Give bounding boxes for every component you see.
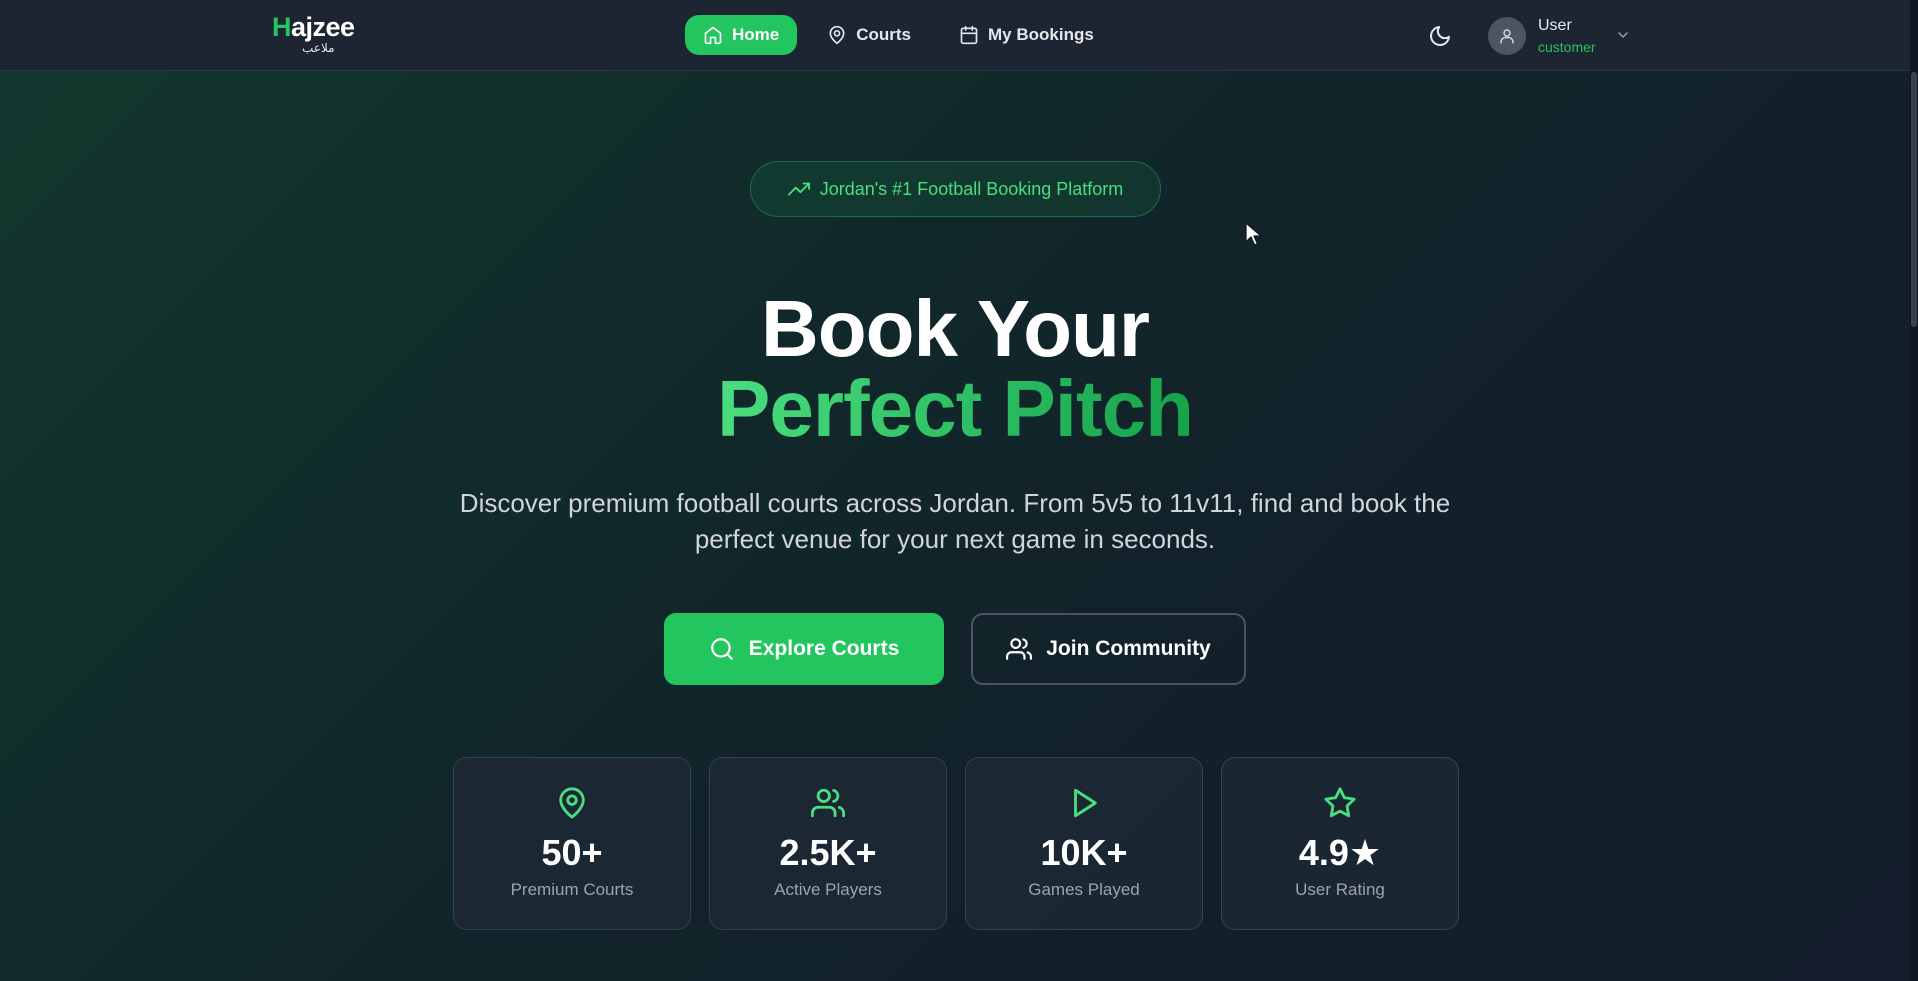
nav-item-home[interactable]: Home [685,15,798,55]
nav-item-courts-label: Courts [856,25,912,44]
explore-courts-button[interactable]: Explore Courts [664,613,944,685]
user-name: User [1538,17,1572,34]
home-icon [704,26,722,45]
nav-item-my-bookings-label: My Bookings [988,25,1094,44]
stat-label: Games Played [1028,880,1140,899]
trending-up-icon [787,182,810,196]
hero-badge-text: Jordan's #1 Football Booking Platform [819,178,1124,199]
hero-title-highlight: Perfect Pitch [716,364,1194,453]
chevron-down-icon [1618,32,1628,38]
join-community-label: Join Community [1046,637,1211,660]
stat-card-courts: 50+ Premium Courts [453,757,691,930]
stat-value: 4.9★ [1298,832,1382,873]
stat-card-players: 2.5K+ Active Players [709,757,947,930]
logo-h: H [272,12,292,42]
stat-label: Premium Courts [510,880,634,899]
star-icon [1324,787,1356,818]
logo-subtitle: ملاعب [302,41,335,55]
stat-label: Active Players [774,880,882,899]
scrollbar-thumb[interactable] [1911,72,1917,327]
nav-item-home-label: Home [732,25,780,44]
navbar: Hajzee ملاعب Home Courts My Bookings Use… [0,0,1918,71]
nav-item-courts[interactable]: Courts [809,15,929,55]
map-pin-icon [559,787,585,819]
hero-title-line2: Perfect Pitch [0,363,1910,455]
stat-label: User Rating [1295,880,1385,899]
play-icon [1074,788,1097,818]
page: Hajzee ملاعب Home Courts My Bookings Use… [0,0,1918,981]
users-icon [811,788,845,818]
stat-card-games: 10K+ Games Played [965,757,1203,930]
logo-text: ajzee [291,12,355,42]
user-role: customer [1538,39,1596,55]
search-icon [710,638,733,660]
stat-card-rating: 4.9★ User Rating [1221,757,1459,930]
avatar [1488,17,1526,55]
calendar-icon [960,25,978,45]
explore-courts-label: Explore Courts [748,637,900,660]
user-icon [1500,29,1514,44]
users-icon [1006,638,1033,660]
theme-toggle-button[interactable] [1428,24,1452,48]
user-menu[interactable]: User customer [1488,15,1633,57]
map-pin-icon [829,25,845,45]
stat-value: 50+ [541,832,603,873]
moon-icon [1430,26,1450,46]
nav-links: Home Courts My Bookings [685,15,1112,55]
join-community-button[interactable]: Join Community [971,613,1246,685]
hero-badge: Jordan's #1 Football Booking Platform [750,161,1161,217]
mouse-cursor-icon [1245,222,1262,246]
stat-value: 10K+ [1040,832,1128,873]
hero-subtitle: Discover premium football courts across … [459,488,1451,554]
stat-value: 2.5K+ [779,832,877,873]
hero-title-line1: Book Your [760,284,1150,373]
nav-item-my-bookings[interactable]: My Bookings [941,15,1112,55]
logo[interactable]: Hajzee ملاعب [272,12,368,58]
